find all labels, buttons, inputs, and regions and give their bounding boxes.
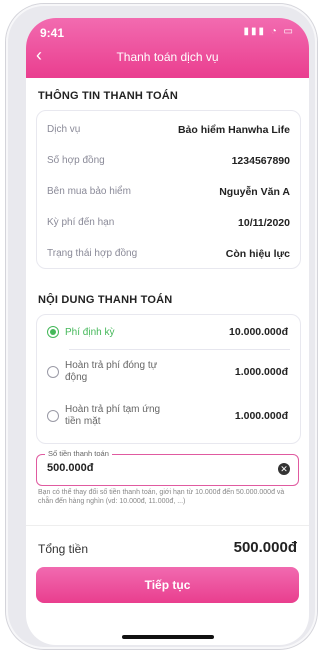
info-label: Số hợp đồng (47, 155, 105, 166)
info-label: Bên mua bảo hiểm (47, 186, 131, 197)
info-row-status: Trạng thái hợp đồng Còn hiệu lực (37, 238, 300, 269)
phone-frame: 9:41 ▮▮▮ ◔ ▭ ‹ Thanh toán dịch vụ THÔNG … (6, 4, 317, 649)
info-row-buyer: Bên mua bảo hiểm Nguyễn Văn A (37, 176, 300, 207)
radio-icon[interactable] (47, 410, 59, 422)
helper-text: Bạn có thể thay đổi số tiền thanh toán, … (38, 489, 285, 505)
payment-info-card: Dịch vụ Bảo hiểm Hanwha Life Số hợp đồng… (36, 110, 301, 269)
payment-amount-input[interactable] (47, 462, 247, 474)
option-amount: 1.000.000đ (234, 366, 288, 378)
info-value: 1234567890 (231, 154, 290, 167)
payment-option-periodic[interactable]: Phí định kỳ 10.000.000đ (37, 315, 300, 349)
status-icons: ▮▮▮ ◔ ▭ (243, 26, 295, 37)
payment-info-title: THÔNG TIN THANH TOÁN (38, 90, 179, 102)
info-label: Trạng thái hợp đồng (47, 248, 138, 259)
payment-option-cash-refund[interactable]: Hoàn trả phí tạm ứng tiền mặt 1.000.000đ (37, 394, 300, 438)
info-value: 10/11/2020 (238, 216, 290, 229)
status-time: 9:41 (40, 26, 65, 40)
info-value: Còn hiệu lực (225, 247, 290, 260)
info-value: Nguyễn Văn A (219, 185, 290, 198)
info-row-due-date: Kỳ phí đến hạn 10/11/2020 (37, 207, 300, 238)
option-label: Hoàn trả phí đóng tự động (65, 360, 158, 383)
option-amount: 10.000.000đ (229, 326, 288, 338)
radio-selected-icon[interactable] (47, 326, 59, 338)
option-label: Phí định kỳ (65, 326, 115, 338)
page-title: Thanh toán dịch vụ (116, 50, 219, 64)
payment-options-card: Phí định kỳ 10.000.000đ Hoàn trả phí đón… (36, 314, 301, 444)
payment-option-auto-refund[interactable]: Hoàn trả phí đóng tự động 1.000.000đ (37, 350, 300, 394)
payment-content-title: NỘI DUNG THANH TOÁN (38, 294, 173, 306)
info-label: Kỳ phí đến hạn (47, 217, 115, 228)
info-label: Dịch vụ (47, 124, 81, 135)
clear-icon[interactable]: ✕ (278, 463, 290, 475)
radio-icon[interactable] (47, 366, 59, 378)
info-row-service: Dịch vụ Bảo hiểm Hanwha Life (37, 114, 300, 145)
option-label: Hoàn trả phí tạm ứng tiền mặt (65, 404, 161, 427)
field-label: Số tiền thanh toán (45, 449, 112, 458)
info-row-contract: Số hợp đồng 1234567890 (37, 145, 300, 176)
continue-button[interactable]: Tiếp tục (36, 567, 299, 603)
total-value: 500.000đ (233, 539, 297, 556)
app-screen: 9:41 ▮▮▮ ◔ ▭ ‹ Thanh toán dịch vụ THÔNG … (26, 18, 309, 645)
home-indicator (122, 635, 214, 639)
option-amount: 1.000.000đ (234, 410, 288, 422)
info-value: Bảo hiểm Hanwha Life (177, 123, 290, 136)
app-header: 9:41 ▮▮▮ ◔ ▭ ‹ Thanh toán dịch vụ (26, 18, 309, 78)
payment-amount-field[interactable]: Số tiền thanh toán ✕ (36, 449, 299, 486)
total-label: Tổng tiền (38, 542, 89, 556)
divider (26, 525, 309, 526)
